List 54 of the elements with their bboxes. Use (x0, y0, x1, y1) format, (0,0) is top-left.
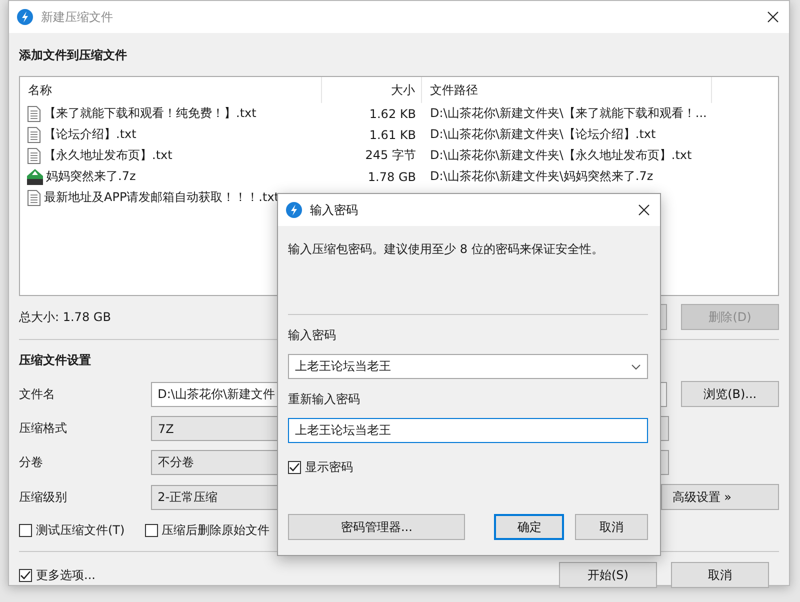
column-header[interactable]: 文件路径 (422, 77, 712, 103)
window-title: 新建压缩文件 (41, 8, 114, 26)
size-cell-text: 1.61 KB (368, 128, 417, 142)
text-file-icon (27, 148, 41, 164)
password-field[interactable]: 上老王论坛当老王 (288, 354, 648, 379)
field-label: 分卷 (19, 454, 44, 471)
total-size: 总大小: 1.78 GB (19, 308, 111, 326)
file-name-cell: 【来了就能下载和观看！纯免费！】.txt (20, 105, 322, 122)
path-cell-text: D:\山茶花你\新建文件夹\妈妈突然来了.7z (429, 168, 654, 185)
close-icon[interactable] (767, 11, 779, 23)
section-heading: 压缩文件设置 (19, 352, 91, 369)
size-cell-text: 245 字节 (364, 147, 417, 164)
dialog-title: 输入密码 (310, 202, 359, 218)
checkbox-label: 压缩后删除原始文件 (162, 522, 270, 539)
field-label: 输入密码 (288, 327, 337, 344)
column-header[interactable]: 名称 (20, 77, 322, 103)
path-cell-text: D:\山茶花你\新建文件夹\【永久地址发布页】.txt (429, 147, 693, 164)
checkbox[interactable] (288, 461, 301, 474)
field-label: 文件名 (19, 386, 56, 402)
app-logo-icon (286, 202, 302, 218)
checkbox-label: 更多选项... (36, 566, 96, 584)
ok-button[interactable]: 确定 (494, 514, 564, 540)
checkbox[interactable] (19, 524, 32, 537)
field-label: 压缩格式 (19, 420, 68, 437)
confirm-password-field[interactable]: 上老王论坛当老王 (288, 418, 648, 443)
advanced-settings-button[interactable]: 高级设置 » (661, 484, 779, 510)
app-logo-icon (17, 9, 33, 25)
path-cell-text: D:\山茶花你\新建文件夹\【论坛介绍】.txt (429, 126, 657, 143)
path-cell-text: D:\山茶花你\新建文件夹\【来了就能下载和观看！... (429, 105, 708, 122)
text-file-icon (27, 126, 41, 142)
size-cell-text: 1.62 KB (368, 106, 417, 120)
dialog-description: 输入压缩包密码。建议使用至少 8 位的密码来保证安全性。 (288, 241, 604, 258)
checkbox-label: 测试压缩文件(T) (36, 522, 125, 539)
file-name-cell: 【论坛介绍】.txt (20, 126, 322, 143)
dropdown-caret-icon (631, 364, 641, 370)
file-name-cell: 【永久地址发布页】.txt (20, 147, 322, 164)
browse-button[interactable]: 浏览(B)... (681, 381, 779, 407)
archive-icon (27, 168, 43, 184)
field-label: 重新输入密码 (288, 391, 361, 408)
checkbox[interactable] (19, 568, 32, 582)
cancel-button[interactable]: 取消 (575, 514, 648, 540)
checkbox[interactable] (144, 524, 158, 537)
text-file-icon (27, 106, 41, 122)
close-icon[interactable] (638, 204, 650, 216)
text-file-icon (27, 190, 41, 206)
start-button[interactable]: 开始(S) (559, 562, 657, 588)
column-header[interactable]: 大小 (322, 77, 422, 103)
field-label: 压缩级别 (19, 488, 68, 506)
file-name-cell: 妈妈突然来了.7z (20, 168, 322, 185)
password-manager-button[interactable]: 密码管理器... (288, 514, 466, 540)
section-heading: 添加文件到压缩文件 (19, 47, 127, 64)
size-cell-text: 1.78 GB (366, 170, 417, 184)
cancel-button[interactable]: 取消 (671, 562, 769, 588)
checkbox-label: 显示密码 (305, 459, 353, 476)
